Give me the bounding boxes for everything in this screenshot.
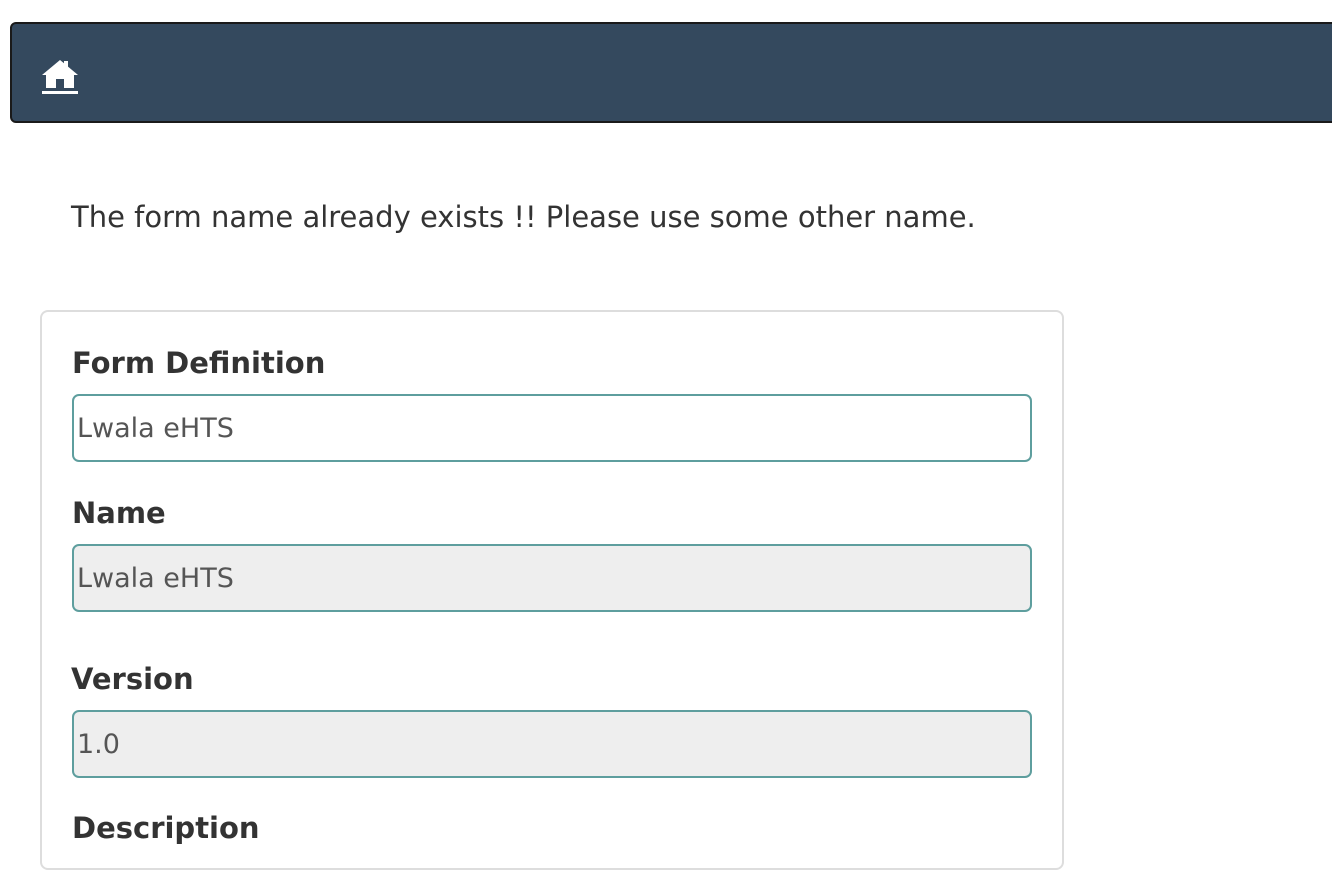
version-input[interactable] — [72, 710, 1032, 778]
version-label: Version — [71, 662, 194, 696]
form-definition-input[interactable] — [72, 394, 1032, 462]
error-message: The form name already exists !! Please u… — [71, 200, 976, 234]
home-link[interactable] — [40, 57, 80, 97]
name-input[interactable] — [72, 544, 1032, 612]
description-label: Description — [72, 811, 260, 845]
top-navbar — [10, 22, 1332, 123]
form-definition-label: Form Definition — [72, 346, 326, 380]
name-label: Name — [72, 496, 166, 530]
home-icon — [42, 60, 78, 94]
